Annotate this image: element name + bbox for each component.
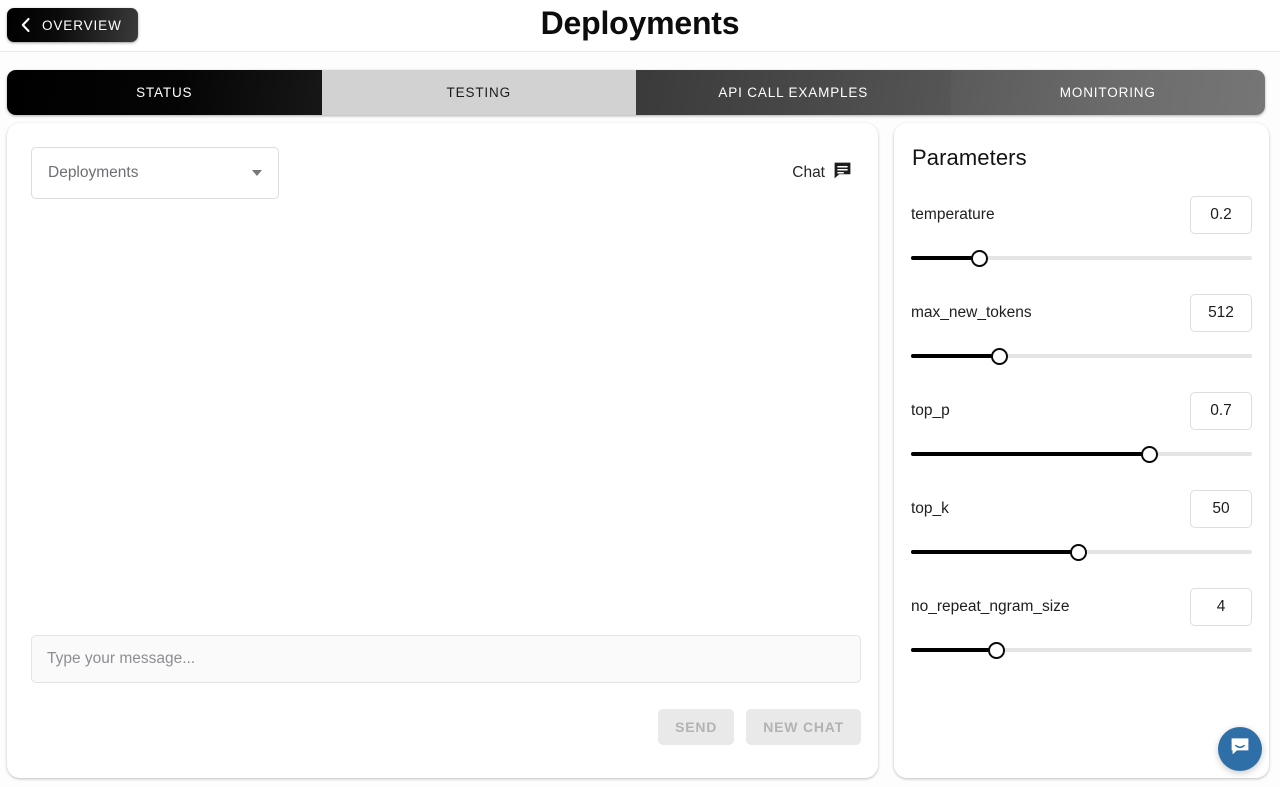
param-label: top_k: [911, 500, 949, 517]
message-input[interactable]: [31, 635, 861, 683]
param-header: max_new_tokens 512: [911, 294, 1252, 332]
param-temperature: temperature 0.2: [911, 196, 1252, 269]
param-max-new-tokens: max_new_tokens 512: [911, 294, 1252, 367]
param-top-k: top_k 50: [911, 490, 1252, 563]
chat-bubble-icon: [833, 161, 852, 185]
deployment-select-value: Deployments: [48, 164, 139, 181]
param-value-input[interactable]: 50: [1190, 490, 1252, 528]
tab-monitoring[interactable]: MONITORING: [950, 70, 1265, 115]
tab-testing[interactable]: TESTING: [321, 70, 636, 115]
param-label: top_p: [911, 402, 950, 419]
param-top-p: top_p 0.7: [911, 392, 1252, 465]
new-chat-button[interactable]: NEW CHAT: [746, 709, 861, 745]
param-header: temperature 0.2: [911, 196, 1252, 234]
chat-action-buttons: SEND NEW CHAT: [658, 709, 861, 745]
slider-fill: [911, 550, 1079, 554]
param-value-input[interactable]: 4: [1190, 588, 1252, 626]
message-list: [31, 219, 854, 628]
param-header: top_p 0.7: [911, 392, 1252, 430]
intercom-chat-icon: [1229, 736, 1251, 763]
app-root: OVERVIEW Deployments STATUS TESTING API …: [0, 0, 1280, 787]
page-title: Deployments: [540, 5, 740, 41]
chat-panel: Deployments Chat Type your message... SE…: [7, 123, 878, 778]
param-slider[interactable]: [911, 345, 1252, 367]
slider-fill: [911, 648, 997, 652]
parameters-panel: Parameters temperature 0.2 max_new_token…: [894, 123, 1269, 778]
chat-mode-indicator[interactable]: Chat: [792, 161, 852, 185]
intercom-launcher-button[interactable]: [1218, 727, 1262, 771]
slider-fill: [911, 452, 1150, 456]
tab-status[interactable]: STATUS: [7, 70, 322, 115]
param-label: temperature: [911, 206, 995, 223]
param-no-repeat-ngram-size: no_repeat_ngram_size 4: [911, 588, 1252, 661]
slider-thumb[interactable]: [1069, 544, 1087, 561]
slider-fill: [911, 256, 980, 260]
slider-thumb[interactable]: [991, 348, 1009, 365]
page-header: OVERVIEW Deployments: [0, 0, 1280, 52]
parameters-title: Parameters: [912, 145, 1027, 170]
param-label: max_new_tokens: [911, 304, 1032, 321]
param-slider[interactable]: [911, 443, 1252, 465]
param-label: no_repeat_ngram_size: [911, 598, 1070, 615]
param-header: top_k 50: [911, 490, 1252, 528]
slider-fill: [911, 354, 1000, 358]
param-slider[interactable]: [911, 247, 1252, 269]
main-content: Deployments Chat Type your message... SE…: [7, 123, 1273, 778]
deployment-select[interactable]: Deployments: [31, 147, 279, 199]
param-value-input[interactable]: 0.2: [1190, 196, 1252, 234]
param-slider[interactable]: [911, 541, 1252, 563]
caret-down-icon: [252, 170, 262, 176]
tab-bar: STATUS TESTING API CALL EXAMPLES MONITOR…: [7, 70, 1265, 115]
chat-mode-label: Chat: [792, 164, 825, 181]
param-header: no_repeat_ngram_size 4: [911, 588, 1252, 626]
slider-thumb[interactable]: [987, 642, 1005, 659]
param-value-input[interactable]: 0.7: [1190, 392, 1252, 430]
send-button[interactable]: SEND: [658, 709, 735, 745]
param-slider[interactable]: [911, 639, 1252, 661]
param-value-input[interactable]: 512: [1190, 294, 1252, 332]
tab-api-call-examples[interactable]: API CALL EXAMPLES: [636, 70, 951, 115]
slider-thumb[interactable]: [970, 250, 988, 267]
chat-panel-toolbar: Deployments Chat: [31, 147, 854, 199]
slider-thumb[interactable]: [1141, 446, 1159, 463]
